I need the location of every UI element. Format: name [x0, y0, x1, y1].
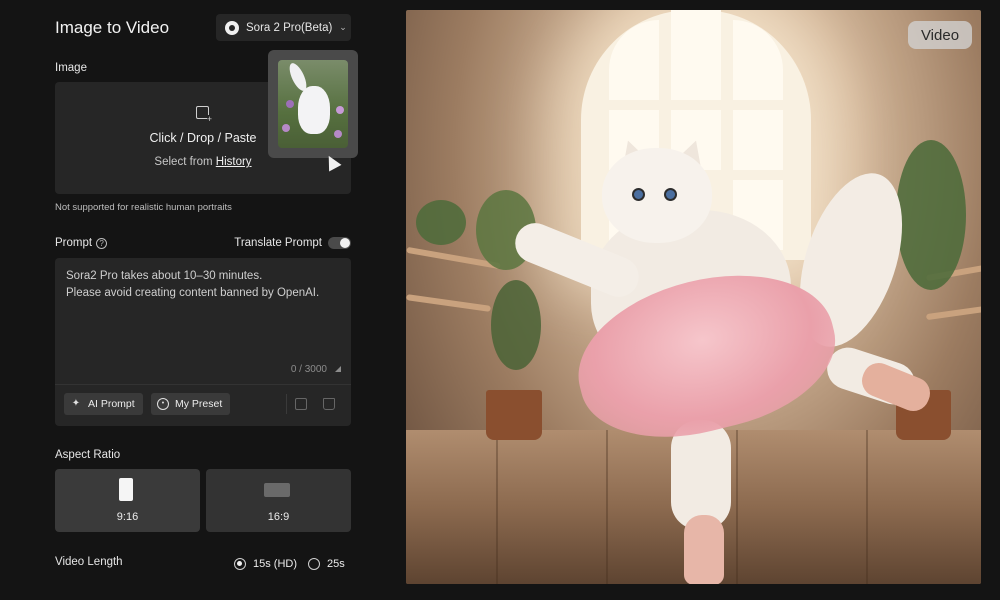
lightbulb-icon: • — [157, 398, 169, 410]
save-icon[interactable] — [295, 398, 307, 410]
video-length-label: Video Length — [55, 556, 123, 568]
character-counter: 0 / 3000 — [290, 364, 327, 375]
cat-head — [602, 148, 712, 243]
translate-prompt-label: Translate Prompt — [234, 237, 322, 249]
plant-pot — [486, 390, 542, 440]
model-select[interactable]: Sora 2 Pro(Beta) ⌄ — [216, 14, 351, 41]
image-upload-icon — [196, 106, 212, 124]
image-section-label: Image — [55, 62, 87, 74]
history-prefix: Select from — [154, 156, 216, 168]
prompt-label-row: Prompt? — [55, 237, 108, 249]
aspect-ratio-label: Aspect Ratio — [55, 449, 121, 461]
video-badge: Video — [908, 21, 972, 49]
prompt-label: Prompt — [55, 237, 93, 249]
ballet-barre — [406, 294, 492, 312]
ratio-label: 16:9 — [267, 511, 290, 523]
openai-logo-icon — [225, 20, 239, 35]
prompt-textarea[interactable]: Sora2 Pro takes about 10–30 minutes. Ple… — [66, 268, 340, 301]
landscape-ratio-icon — [264, 483, 290, 497]
dragged-image-thumbnail[interactable] — [268, 50, 358, 158]
length-option-label: 25s — [327, 558, 345, 570]
radio-button[interactable] — [308, 558, 320, 570]
toolbar-separator — [286, 394, 287, 414]
cat-standing-leg — [671, 420, 731, 530]
help-icon[interactable]: ? — [96, 238, 108, 249]
kitten-thumbnail-image — [278, 60, 348, 148]
ai-prompt-label: AI Prompt — [88, 398, 135, 410]
length-option-label: 15s (HD) — [253, 558, 298, 570]
ai-prompt-button[interactable]: ✦ AI Prompt — [64, 393, 143, 415]
trash-icon[interactable] — [323, 398, 335, 410]
prompt-divider — [55, 384, 351, 385]
ratio-9-16-option[interactable]: 9:16 — [55, 469, 200, 532]
pointe-shoe — [684, 515, 724, 584]
length-option-25s[interactable]: 25s — [308, 558, 345, 570]
page-title: Image to Video — [55, 18, 170, 37]
settings-panel: Image to Video Sora 2 Pro(Beta) ⌄ Image … — [0, 0, 400, 600]
portrait-ratio-icon — [119, 478, 133, 501]
resize-handle-icon[interactable] — [335, 366, 341, 372]
radio-button[interactable] — [234, 558, 246, 570]
magic-wand-icon: ✦ — [71, 398, 81, 409]
ratio-16-9-option[interactable]: 16:9 — [206, 469, 351, 532]
video-preview[interactable] — [406, 10, 981, 584]
my-preset-label: My Preset — [175, 398, 223, 410]
translate-prompt-toggle[interactable] — [328, 237, 351, 249]
chevron-down-icon: ⌄ — [339, 22, 347, 32]
length-option-15s[interactable]: 15s (HD) — [234, 558, 297, 570]
history-link[interactable]: History — [216, 156, 252, 168]
model-select-label: Sora 2 Pro(Beta) — [246, 21, 333, 34]
prompt-editor[interactable]: Sora2 Pro takes about 10–30 minutes. Ple… — [55, 258, 351, 426]
my-preset-button[interactable]: • My Preset — [151, 393, 231, 415]
ratio-label: 9:16 — [116, 511, 139, 523]
upload-note: Not supported for realistic human portra… — [55, 202, 232, 213]
ballet-barre — [925, 305, 981, 321]
